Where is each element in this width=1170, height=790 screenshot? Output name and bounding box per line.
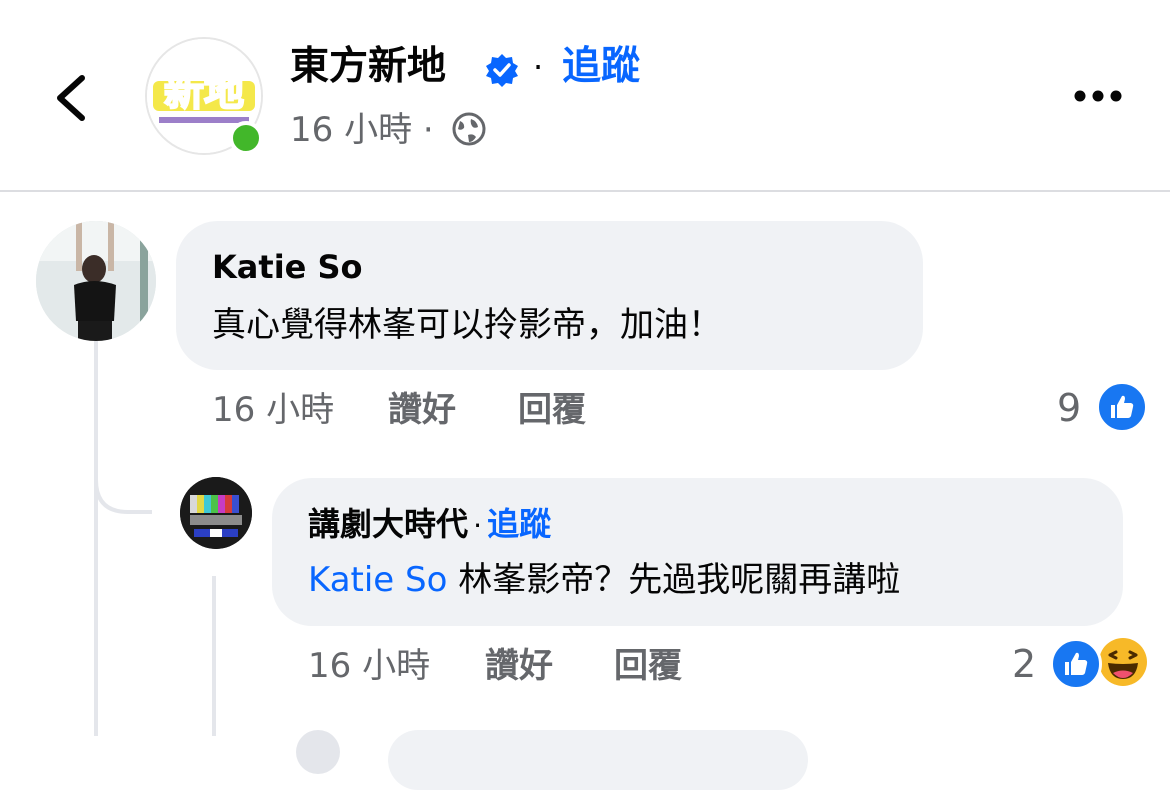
follow-button[interactable]: 追蹤 [562, 42, 640, 92]
page-name[interactable]: 東方新地 [290, 42, 446, 92]
laughing-face-icon[interactable] [1096, 635, 1150, 689]
reply-text-line: Katie So 林峯影帝？先過我呢關再講啦 [308, 558, 900, 602]
comment-author[interactable]: Katie So [212, 247, 363, 287]
reply-button[interactable]: 回覆 [518, 388, 586, 432]
reply-thread-line [212, 576, 216, 736]
test-pattern-icon [180, 477, 252, 549]
post-timestamp[interactable]: 16 小時 · [290, 108, 434, 152]
reply-connector [94, 440, 152, 514]
next-reply-avatar[interactable] [296, 730, 340, 774]
comment-timestamp[interactable]: 16 小時 [212, 388, 334, 432]
avatar-photo [36, 221, 156, 341]
reply-avatar[interactable] [180, 477, 252, 549]
reply-bubble: 講劇大時代 · 追蹤 Katie So 林峯影帝？先過我呢關再講啦 [272, 478, 1123, 626]
reaction-count[interactable]: 2 [1012, 640, 1036, 688]
like-icon[interactable] [1050, 638, 1102, 690]
svg-text:新地: 新地 [164, 69, 244, 115]
like-icon[interactable] [1096, 381, 1148, 433]
like-button[interactable]: 讚好 [485, 644, 553, 688]
post-header: 新地 東方新地 · 追蹤 16 小時 · [0, 0, 1170, 190]
reply-author[interactable]: 講劇大時代 [308, 505, 468, 543]
reply-author-line: 講劇大時代 · 追蹤 [308, 504, 551, 550]
reply-timestamp[interactable]: 16 小時 [308, 644, 430, 688]
thread-line [94, 340, 98, 736]
reply-text: 林峯影帝？先過我呢關再講啦 [458, 560, 901, 600]
online-status-indicator [229, 121, 263, 155]
reply-button[interactable]: 回覆 [614, 644, 682, 688]
globe-icon [451, 111, 487, 147]
comment-bubble: Katie So 真心覺得林峯可以拎影帝，加油！ [176, 221, 923, 370]
separator-dot: · [533, 48, 544, 86]
separator-dot: · [473, 509, 483, 542]
verified-badge-icon [484, 52, 520, 88]
follow-button[interactable]: 追蹤 [487, 505, 551, 543]
reaction-count[interactable]: 9 [1057, 384, 1081, 432]
comment-text: 真心覺得林峯可以拎影帝，加油！ [212, 305, 722, 345]
commenter-avatar[interactable] [36, 221, 156, 341]
like-button[interactable]: 讚好 [388, 388, 456, 432]
mention-link[interactable]: Katie So [308, 560, 447, 600]
back-arrow-icon[interactable] [50, 70, 94, 126]
more-options-icon[interactable] [1072, 86, 1124, 106]
next-reply-bubble [388, 730, 808, 790]
header-divider [0, 190, 1170, 192]
